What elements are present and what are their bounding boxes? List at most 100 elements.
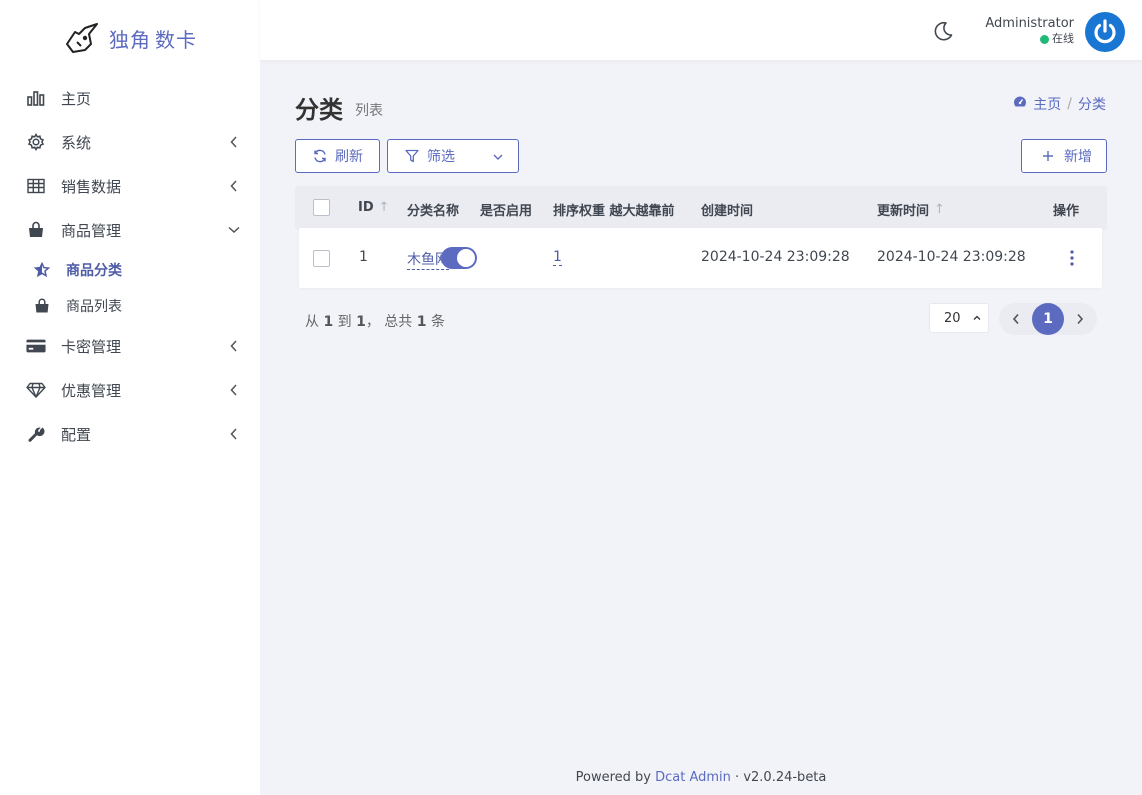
page-subtitle: 列表 <box>355 103 383 119</box>
more-actions-icon[interactable] <box>1067 248 1077 268</box>
filter-icon <box>405 149 419 163</box>
next-page-chevron-icon[interactable] <box>1073 311 1087 327</box>
column-header-updated[interactable]: 更新时间 ↑ <box>877 200 945 219</box>
summary-to: 1 <box>356 314 366 330</box>
user-name: Administrator <box>985 16 1074 31</box>
breadcrumb-home-link[interactable]: 主页 <box>1033 94 1061 114</box>
filter-button[interactable]: 筛选 <box>387 139 519 173</box>
sidebar-item-card-key-management[interactable]: 卡密管理 <box>0 324 260 368</box>
page-title: 分类 <box>295 96 343 124</box>
refresh-icon <box>313 149 327 163</box>
cell-updated-time: 2024-10-24 23:09:28 <box>877 249 1026 265</box>
sidebar-subitem-product-list[interactable]: 商品列表 <box>0 288 260 324</box>
diamond-icon <box>26 380 46 400</box>
table-header: ID ↑ 分类名称 是否启用 排序权重 越大越靠前 创建时间 更新时间 ↑ 操作 <box>295 186 1107 230</box>
sort-arrow-up-icon[interactable]: ↑ <box>934 202 945 217</box>
brand[interactable]: 独角 数卡 <box>0 0 260 76</box>
refresh-button-label: 刷新 <box>335 149 363 165</box>
cell-id: 1 <box>359 249 368 265</box>
summary-from: 1 <box>323 314 334 330</box>
avatar[interactable] <box>1085 12 1125 52</box>
plus-icon <box>1041 149 1055 163</box>
sidebar-subitem-label: 商品列表 <box>66 299 122 315</box>
bar-chart-icon <box>26 88 46 108</box>
sidebar-item-label: 系统 <box>61 133 92 152</box>
cell-sort-weight-editable[interactable]: 1 <box>553 249 562 266</box>
sidebar-item-label: 卡密管理 <box>61 337 122 356</box>
sidebar-nav: 主页 系统 销售数据 商品管理 商品分类 商品列表 卡密管理 优惠管理 配置 <box>0 76 260 456</box>
chevron-up-icon <box>972 312 982 327</box>
column-header-actions: 操作 <box>1053 204 1080 219</box>
dashboard-icon <box>1013 95 1027 113</box>
footer-separator: · <box>735 770 740 785</box>
sidebar-item-label: 销售数据 <box>61 177 122 196</box>
user-info[interactable]: Administrator 在线 <box>985 16 1074 46</box>
main-content: 分类 列表 主页 / 分类 刷新 筛选 新增 ID ↑ 分类名称 是否启用 排序… <box>260 60 1142 795</box>
row-checkbox[interactable] <box>313 250 330 267</box>
brand-name: 独角 数卡 <box>109 27 197 52</box>
sidebar-item-sales-data[interactable]: 销售数据 <box>0 164 260 208</box>
column-header-created: 创建时间 <box>701 204 754 219</box>
summary-text: 到 <box>337 314 352 330</box>
table-icon <box>26 176 46 196</box>
sidebar-item-system[interactable]: 系统 <box>0 120 260 164</box>
breadcrumb-current: 分类 <box>1078 97 1106 113</box>
sidebar-item-config[interactable]: 配置 <box>0 412 260 456</box>
credit-card-icon <box>26 336 46 356</box>
gear-icon <box>26 132 46 152</box>
column-header-label: 更新时间 <box>877 204 930 219</box>
chevron-down-icon <box>228 224 240 236</box>
moon-icon[interactable] <box>932 20 954 42</box>
prev-page-chevron-icon[interactable] <box>1009 311 1023 327</box>
sidebar-item-product-management[interactable]: 商品管理 <box>0 208 260 252</box>
footer-version: v2.0.24-beta <box>743 770 827 785</box>
pagination-summary: 从 1 到 1， 总共 1 条 <box>305 311 445 331</box>
add-new-button[interactable]: 新增 <box>1021 139 1107 173</box>
chevron-left-icon <box>228 180 240 192</box>
chevron-left-icon <box>228 136 240 148</box>
sidebar-item-label: 商品管理 <box>61 221 122 240</box>
sort-arrow-up-icon[interactable]: ↑ <box>379 200 390 215</box>
select-all-checkbox[interactable] <box>313 199 330 216</box>
add-new-button-label: 新增 <box>1064 149 1092 165</box>
sidebar-subitem-product-category[interactable]: 商品分类 <box>0 252 260 288</box>
breadcrumb-separator: / <box>1067 96 1072 112</box>
toggle-knob <box>457 249 475 267</box>
sidebar-item-discount-management[interactable]: 优惠管理 <box>0 368 260 412</box>
summary-text: ， 总共 <box>365 314 413 330</box>
cell-created-time: 2024-10-24 23:09:28 <box>701 249 850 265</box>
footer-text: Powered by <box>575 770 651 785</box>
column-header-enabled: 是否启用 <box>480 204 533 219</box>
summary-text: 条 <box>430 314 445 330</box>
chevron-left-icon <box>228 340 240 352</box>
star-icon <box>34 262 50 278</box>
sidebar-item-label: 配置 <box>61 425 92 444</box>
page-number-current[interactable]: 1 <box>1032 303 1064 335</box>
summary-total: 1 <box>416 314 427 330</box>
chevron-down-icon <box>493 148 503 164</box>
sidebar: 独角 数卡 主页 系统 销售数据 商品管理 商品分类 商品列表 卡密管理 优惠管… <box>0 0 260 795</box>
column-header-name: 分类名称 <box>407 204 460 219</box>
power-icon <box>1094 19 1116 44</box>
per-page-value: 20 <box>944 310 961 326</box>
sidebar-item-home[interactable]: 主页 <box>0 76 260 120</box>
footer: Powered by Dcat Admin · v2.0.24-beta <box>260 770 1142 785</box>
wrench-icon <box>26 424 46 444</box>
user-status: 在线 <box>985 32 1074 46</box>
top-navbar: Administrator 在线 <box>260 0 1142 60</box>
shopping-bag-icon <box>26 220 46 240</box>
table-row: 1 木鱼网 1 2024-10-24 23:09:28 2024-10-24 2… <box>299 228 1102 288</box>
column-header-id[interactable]: ID ↑ <box>358 200 390 215</box>
filter-button-label: 筛选 <box>427 149 455 165</box>
refresh-button[interactable]: 刷新 <box>295 139 380 173</box>
footer-link[interactable]: Dcat Admin <box>655 770 731 785</box>
sidebar-subitem-label: 商品分类 <box>66 263 122 279</box>
column-header-label: ID <box>358 200 374 215</box>
column-header-sort: 排序权重 越大越靠前 <box>553 204 675 219</box>
unicorn-logo-icon <box>63 22 99 54</box>
summary-text: 从 <box>305 314 319 330</box>
breadcrumb: 主页 / 分类 <box>1013 94 1106 114</box>
per-page-select[interactable]: 20 <box>929 303 989 333</box>
sidebar-item-label: 主页 <box>61 89 92 108</box>
enabled-toggle[interactable] <box>441 247 477 269</box>
